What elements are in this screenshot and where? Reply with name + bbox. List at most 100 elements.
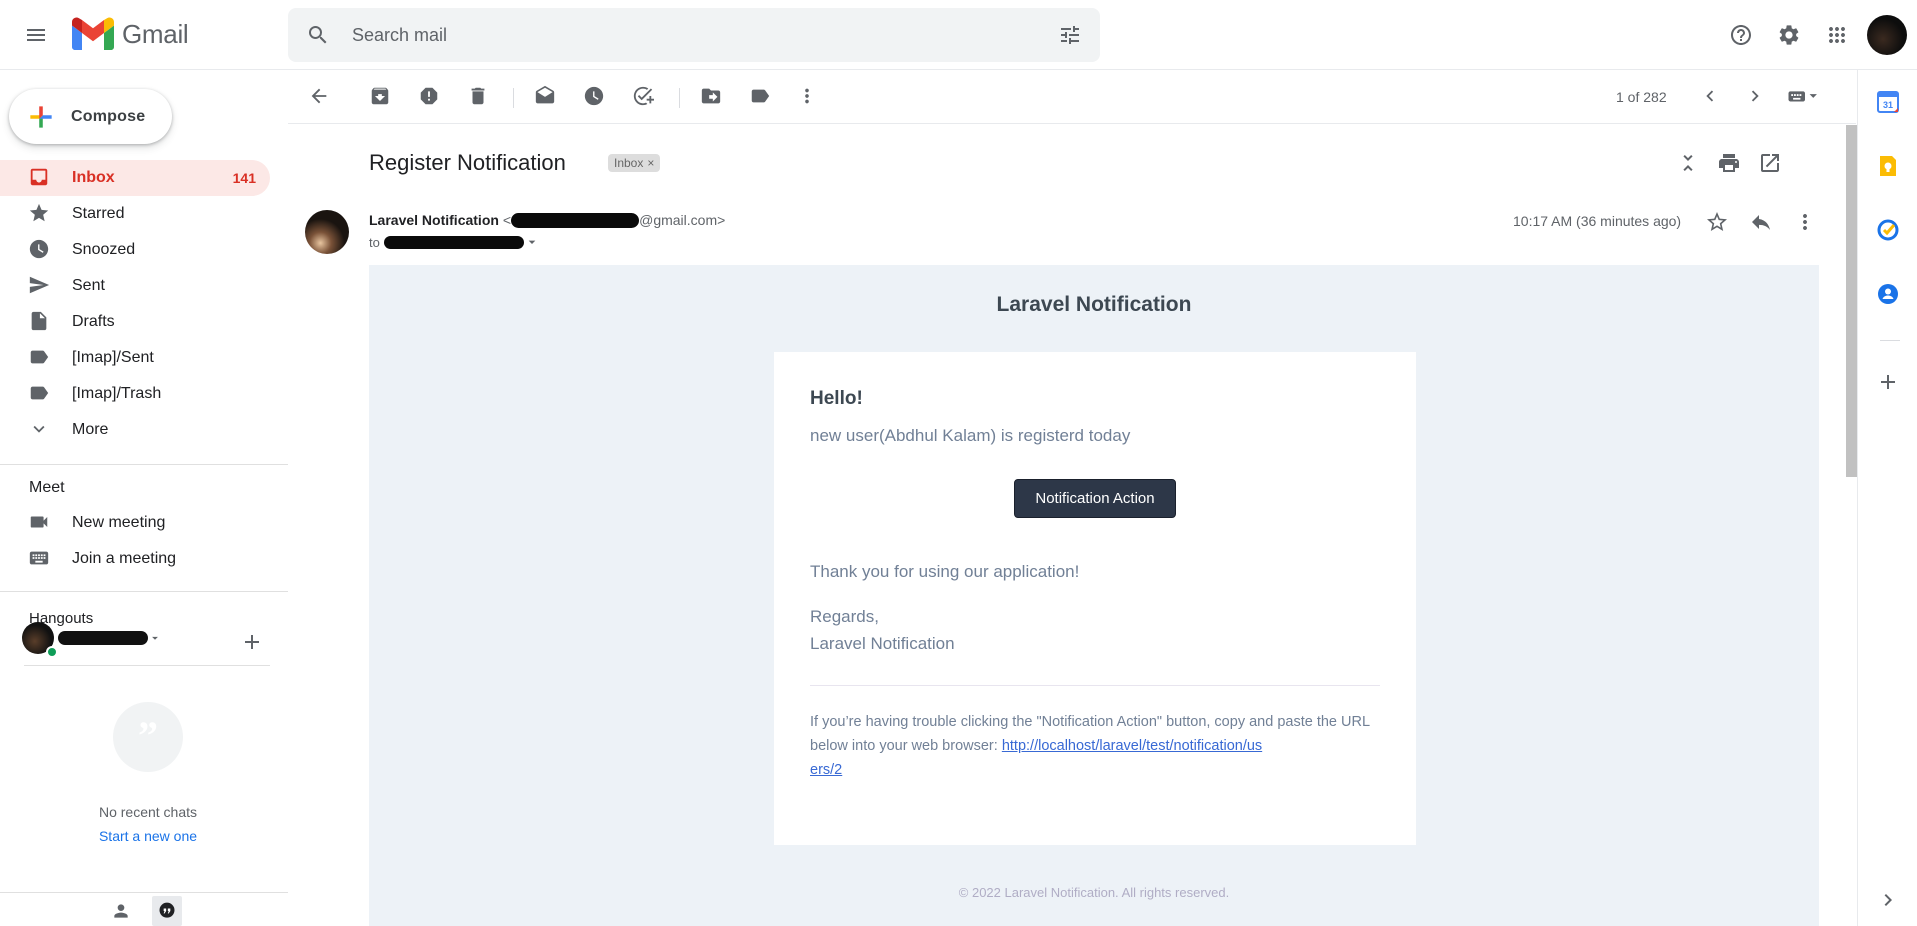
- hangouts-chat-icon[interactable]: [152, 896, 182, 926]
- tasks-icon[interactable]: [1876, 218, 1900, 242]
- chat-bubble-icon: ”: [113, 702, 183, 772]
- back-arrow-icon[interactable]: [308, 85, 332, 109]
- message-view: 1 of 282 Register Notification Inbox × L…: [288, 70, 1856, 926]
- sidebar-item-imap-sent[interactable]: [Imap]/Sent: [0, 340, 270, 376]
- email-greeting: Hello!: [810, 388, 863, 409]
- sidebar-item-more[interactable]: More: [0, 412, 270, 448]
- bottom-tabs: [0, 892, 288, 926]
- scrollbar-thumb[interactable]: [1846, 125, 1857, 477]
- collapse-all-icon[interactable]: [1676, 151, 1700, 175]
- sidebar-item-label: [Imap]/Sent: [72, 349, 154, 366]
- keyboard-icon: [28, 547, 52, 571]
- person-icon[interactable]: [106, 896, 136, 926]
- sender-email: < @gmail.com>: [502, 212, 726, 228]
- email-regards: Regards,: [810, 607, 879, 626]
- calendar-icon[interactable]: 31: [1876, 90, 1900, 114]
- add-chat-icon[interactable]: [240, 630, 264, 654]
- account-avatar[interactable]: [1867, 15, 1907, 55]
- divider: [0, 591, 288, 592]
- search-icon[interactable]: [306, 23, 330, 47]
- notification-action-button[interactable]: Notification Action: [1014, 479, 1176, 518]
- email-body: Laravel Notification Hello! new user(Abd…: [369, 265, 1819, 926]
- sidebar-item-label: Snoozed: [72, 241, 136, 258]
- settings-gear-icon[interactable]: [1765, 13, 1813, 57]
- message-toolbar: 1 of 282: [288, 70, 1856, 124]
- search-input[interactable]: [352, 16, 1012, 54]
- add-addon-icon[interactable]: [1876, 370, 1900, 394]
- message-time: 10:17 AM (36 minutes ago): [1513, 213, 1682, 229]
- details-dropdown-icon[interactable]: [524, 234, 540, 250]
- label-icon[interactable]: [749, 85, 773, 109]
- email-line: new user(Abdhul Kalam) is registerd toda…: [810, 426, 1131, 445]
- search-options-icon[interactable]: [1058, 23, 1082, 47]
- unread-count: 141: [232, 170, 256, 186]
- more-vert-icon[interactable]: [1793, 210, 1817, 234]
- sidebar-item-drafts[interactable]: Drafts: [0, 304, 270, 340]
- contacts-icon[interactable]: [1876, 282, 1900, 306]
- sidebar-item-imap-trash[interactable]: [Imap]/Trash: [0, 376, 270, 412]
- sidebar-item-label: Sent: [72, 277, 105, 294]
- sidebar-item-sent[interactable]: Sent: [0, 268, 270, 304]
- gmail-m-icon: [72, 17, 114, 50]
- keep-icon[interactable]: [1876, 154, 1900, 178]
- sidebar-item-snoozed[interactable]: Snoozed: [0, 232, 270, 268]
- remove-label-icon[interactable]: ×: [647, 156, 654, 170]
- compose-label: Compose: [71, 107, 146, 125]
- compose-plus-icon: [30, 105, 52, 128]
- svg-text:31: 31: [1883, 100, 1893, 110]
- report-spam-icon[interactable]: [418, 85, 442, 109]
- videocam-icon: [28, 511, 52, 535]
- archive-icon[interactable]: [369, 85, 393, 109]
- print-icon[interactable]: [1717, 151, 1741, 175]
- help-icon[interactable]: [1717, 13, 1765, 57]
- hamburger-menu-icon[interactable]: [24, 23, 48, 47]
- meet-title: Meet: [29, 479, 65, 496]
- new-meeting-item[interactable]: New meeting: [0, 505, 270, 541]
- more-vert-icon[interactable]: [796, 85, 820, 109]
- sender-avatar[interactable]: [305, 210, 349, 254]
- email-card: Hello! new user(Abdhul Kalam) is registe…: [774, 352, 1416, 845]
- expand-panel-chevron-icon[interactable]: [1876, 888, 1900, 912]
- side-panel: 31: [1857, 70, 1917, 926]
- apps-grid-icon[interactable]: [1813, 13, 1861, 57]
- label-icon: [28, 346, 52, 370]
- sidebar-item-label: More: [72, 421, 109, 438]
- email-signature: Laravel Notification: [810, 634, 955, 653]
- sidebar: Compose Inbox 141 Starred Snoozed Sent D…: [0, 70, 288, 926]
- sidebar-item-label: Drafts: [72, 313, 115, 330]
- snooze-clock-icon[interactable]: [583, 85, 607, 109]
- input-tools-keyboard-icon[interactable]: [1785, 85, 1825, 109]
- reply-icon[interactable]: [1749, 210, 1773, 234]
- sender-name[interactable]: Laravel Notification: [369, 212, 499, 228]
- delete-icon[interactable]: [467, 85, 491, 109]
- gmail-logo[interactable]: Gmail: [72, 17, 189, 51]
- sender-line: Laravel Notification < @gmail.com>: [369, 212, 725, 228]
- move-to-icon[interactable]: [700, 85, 724, 109]
- page-count: 1 of 282: [1616, 89, 1667, 105]
- no-chats-panel: ” No recent chats Start a new one: [0, 702, 296, 844]
- email-subcopy: If you’re having trouble clicking the "N…: [810, 710, 1380, 782]
- sidebar-item-inbox[interactable]: Inbox 141: [0, 160, 270, 196]
- recipient-line[interactable]: to: [369, 234, 540, 250]
- join-meeting-item[interactable]: Join a meeting: [0, 541, 270, 577]
- hangouts-user[interactable]: [22, 622, 162, 658]
- sidebar-item-starred[interactable]: Starred: [0, 196, 270, 232]
- start-new-chat-link[interactable]: Start a new one: [0, 828, 296, 844]
- draft-icon: [28, 310, 52, 334]
- mark-unread-icon[interactable]: [534, 85, 558, 109]
- star-outline-icon[interactable]: [1705, 210, 1729, 234]
- email-divider: [810, 685, 1380, 686]
- divider: [24, 665, 270, 666]
- sender-email-domain: @gmail.com>: [639, 212, 726, 228]
- email-footer: © 2022 Laravel Notification. All rights …: [958, 885, 1230, 900]
- top-bar: Gmail: [0, 0, 1917, 70]
- join-meeting-label: Join a meeting: [72, 550, 177, 567]
- compose-button[interactable]: Compose: [9, 89, 172, 144]
- newer-chevron-left-icon[interactable]: [1699, 85, 1723, 109]
- inbox-label-chip[interactable]: Inbox ×: [608, 154, 661, 172]
- sidebar-item-label: [Imap]/Trash: [72, 385, 162, 402]
- redacted-recipient: [383, 235, 524, 249]
- older-chevron-right-icon[interactable]: [1744, 85, 1768, 109]
- add-task-icon[interactable]: [632, 85, 656, 109]
- open-new-window-icon[interactable]: [1758, 151, 1782, 175]
